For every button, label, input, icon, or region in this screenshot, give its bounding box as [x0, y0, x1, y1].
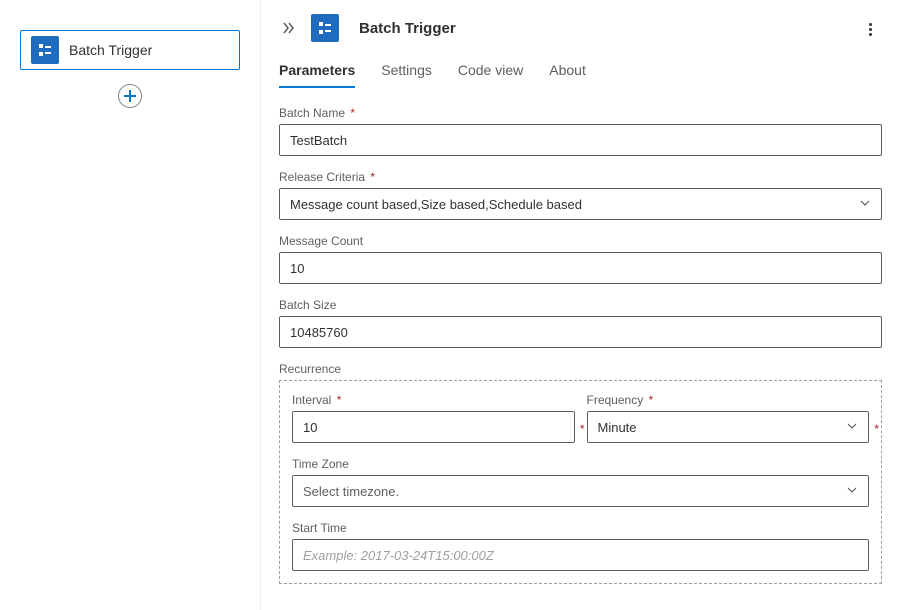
batch-name-input[interactable] [279, 124, 882, 156]
recurrence-label: Recurrence [279, 362, 882, 376]
message-count-label: Message Count [279, 234, 882, 248]
frequency-value: Minute [598, 420, 637, 435]
tab-settings[interactable]: Settings [381, 56, 432, 88]
release-criteria-value: Message count based,Size based,Schedule … [290, 197, 582, 212]
collapse-button[interactable] [279, 18, 299, 38]
batch-size-input[interactable] [279, 316, 882, 348]
tab-about[interactable]: About [549, 56, 586, 88]
tab-parameters[interactable]: Parameters [279, 56, 355, 88]
message-count-input[interactable] [279, 252, 882, 284]
recurrence-group: Interval * * Frequency * Minute * [279, 380, 882, 584]
kebab-icon [869, 23, 872, 26]
frequency-label: Frequency * [587, 393, 870, 407]
chevron-down-icon [859, 197, 871, 212]
tab-code-view[interactable]: Code view [458, 56, 523, 88]
release-criteria-label: Release Criteria * [279, 170, 882, 184]
batch-size-label: Batch Size [279, 298, 882, 312]
timezone-label: Time Zone [292, 457, 869, 471]
trigger-card-label: Batch Trigger [69, 42, 152, 58]
frequency-select[interactable]: Minute [587, 411, 870, 443]
chevron-down-icon [846, 420, 858, 435]
release-criteria-select[interactable]: Message count based,Size based,Schedule … [279, 188, 882, 220]
timezone-value: Select timezone. [303, 484, 399, 499]
batch-icon [31, 36, 59, 64]
required-marker: * [874, 422, 879, 436]
start-time-input[interactable] [292, 539, 869, 571]
batch-name-label: Batch Name * [279, 106, 882, 120]
timezone-select[interactable]: Select timezone. [292, 475, 869, 507]
start-time-label: Start Time [292, 521, 869, 535]
interval-input[interactable] [292, 411, 575, 443]
detail-title: Batch Trigger [359, 20, 858, 37]
plus-icon [124, 90, 136, 102]
trigger-card[interactable]: Batch Trigger [20, 30, 240, 70]
batch-icon [311, 14, 339, 42]
required-marker: * [580, 422, 585, 436]
interval-label: Interval * [292, 393, 575, 407]
more-menu-button[interactable] [858, 19, 882, 38]
chevron-double-right-icon [282, 21, 296, 35]
chevron-down-icon [846, 484, 858, 499]
add-step-button[interactable] [118, 84, 142, 108]
